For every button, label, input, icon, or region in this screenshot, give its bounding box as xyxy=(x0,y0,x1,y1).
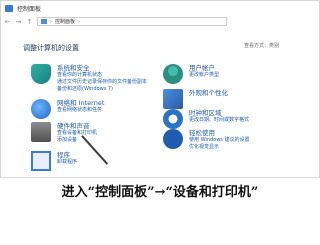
category-link[interactable]: 更改日期、时间或数字格式 xyxy=(189,117,249,124)
breadcrumb-chevron-icon: › xyxy=(50,18,52,25)
printer-icon xyxy=(31,122,51,142)
category-link[interactable]: 使用 Windows 建议的设置 xyxy=(189,137,250,144)
category-link[interactable]: 优化视觉显示 xyxy=(189,144,250,151)
category-link[interactable]: 通过文件历史记录保存你的文件备份副本 xyxy=(57,79,147,86)
breadcrumb-control-panel[interactable]: 控制面板 xyxy=(55,18,75,25)
category-programs[interactable]: 程序 卸载程序 xyxy=(31,151,77,171)
clock-icon xyxy=(163,109,183,129)
accessibility-icon xyxy=(163,129,183,149)
category-title[interactable]: 网络和 Internet xyxy=(57,99,104,107)
category-title[interactable]: 硬件和声音 xyxy=(57,122,97,130)
user-icon xyxy=(163,64,183,84)
category-link[interactable]: 添加设备 xyxy=(57,137,97,144)
folder-icon xyxy=(41,19,47,24)
appearance-icon xyxy=(163,89,183,109)
category-ease-of-access[interactable]: 轻松使用 使用 Windows 建议的设置 优化视觉显示 xyxy=(163,129,250,151)
window-title: 控制面板 xyxy=(17,5,42,13)
up-arrow-icon[interactable]: ↑ xyxy=(26,18,33,26)
category-link[interactable]: 卸载程序 xyxy=(57,159,77,166)
category-network-internet[interactable]: 网络和 Internet 查看网络状态和任务 xyxy=(31,99,104,119)
category-title[interactable]: 轻松使用 xyxy=(189,129,250,137)
view-by-selector[interactable]: 查看方式：类别 xyxy=(244,42,279,49)
address-bar: ← → ↑ › 控制面板 › xyxy=(1,15,319,28)
shield-icon xyxy=(31,64,51,84)
page-title: 调整计算机的设置 xyxy=(23,44,79,52)
address-field[interactable]: › 控制面板 › xyxy=(37,17,227,26)
category-link[interactable]: 查看你的计算机状态 xyxy=(57,72,147,79)
category-appearance[interactable]: 外观和个性化 xyxy=(163,89,228,109)
category-title[interactable]: 程序 xyxy=(57,151,77,159)
category-link[interactable]: 查看网络状态和任务 xyxy=(57,107,104,114)
category-title[interactable]: 用户帐户 xyxy=(189,64,219,72)
category-title[interactable]: 外观和个性化 xyxy=(189,89,228,97)
category-title[interactable]: 时钟和区域 xyxy=(189,109,249,117)
breadcrumb-chevron-icon: › xyxy=(78,18,81,25)
control-panel-window: 控制面板 ← → ↑ › 控制面板 › 调整计算机的设置 查看方式：类别 系统和… xyxy=(0,0,320,178)
globe-icon xyxy=(31,99,51,119)
back-arrow-icon[interactable]: ← xyxy=(4,18,11,26)
title-bar: 控制面板 xyxy=(1,1,319,15)
category-user-accounts[interactable]: 用户帐户 更改帐户类型 xyxy=(163,64,219,84)
category-link[interactable]: 更改帐户类型 xyxy=(189,72,219,79)
forward-arrow-icon[interactable]: → xyxy=(15,18,22,26)
control-panel-icon xyxy=(5,4,13,12)
instruction-caption: 进入“控制面板”→“设备和打印机” xyxy=(61,185,259,200)
devices-printers-link[interactable]: 查看设备和打印机 xyxy=(57,130,97,137)
category-link[interactable]: 备份和还原(Windows 7) xyxy=(57,86,147,93)
category-system-security[interactable]: 系统和安全 查看你的计算机状态 通过文件历史记录保存你的文件备份副本 备份和还原… xyxy=(31,64,147,93)
category-title[interactable]: 系统和安全 xyxy=(57,64,147,72)
programs-icon xyxy=(31,151,51,171)
category-clock-region[interactable]: 时钟和区域 更改日期、时间或数字格式 xyxy=(163,109,249,129)
